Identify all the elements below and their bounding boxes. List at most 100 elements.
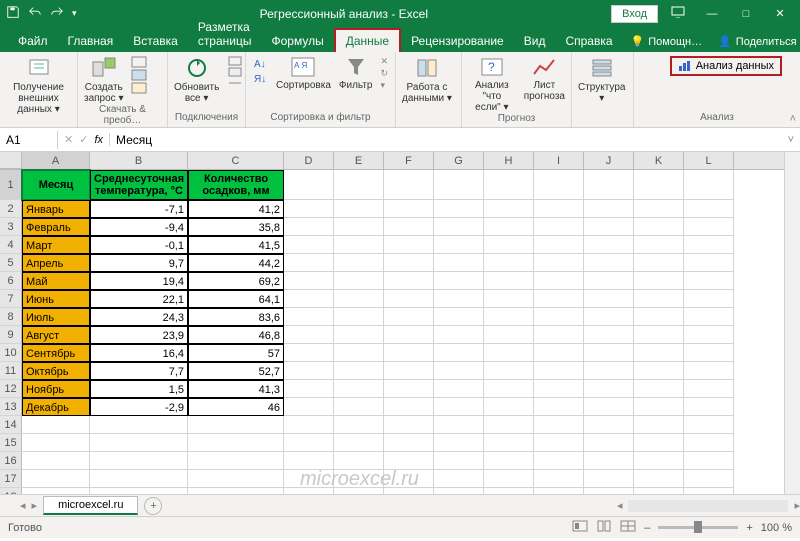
cell[interactable]: 35,8 [188, 218, 284, 236]
cell[interactable] [684, 308, 734, 326]
cell[interactable]: 23,9 [90, 326, 188, 344]
cell[interactable] [584, 200, 634, 218]
cell[interactable] [584, 362, 634, 380]
cell[interactable] [684, 254, 734, 272]
expand-formula-icon[interactable]: ˅ [782, 134, 800, 146]
cell[interactable] [684, 200, 734, 218]
cell[interactable] [90, 416, 188, 434]
cell[interactable] [484, 344, 534, 362]
cell[interactable] [384, 344, 434, 362]
cell[interactable] [384, 170, 434, 200]
cell[interactable]: 41,5 [188, 236, 284, 254]
cell[interactable] [434, 326, 484, 344]
row-header[interactable]: 17 [0, 470, 22, 488]
cell[interactable]: Ноябрь [22, 380, 90, 398]
cell[interactable] [334, 290, 384, 308]
cell[interactable] [434, 200, 484, 218]
cell[interactable] [434, 380, 484, 398]
col-header-i[interactable]: I [534, 152, 584, 169]
cell[interactable] [284, 452, 334, 470]
cell[interactable] [534, 344, 584, 362]
cell[interactable] [484, 170, 534, 200]
cell[interactable] [534, 308, 584, 326]
cell[interactable] [634, 236, 684, 254]
cell[interactable] [684, 170, 734, 200]
cell[interactable] [584, 326, 634, 344]
cell[interactable] [22, 416, 90, 434]
cell[interactable] [534, 218, 584, 236]
zoom-slider[interactable] [658, 526, 738, 529]
cell[interactable] [484, 290, 534, 308]
cell[interactable] [534, 254, 584, 272]
cell[interactable] [434, 434, 484, 452]
filter-button[interactable]: Фильтр [339, 56, 373, 91]
cell[interactable] [584, 380, 634, 398]
cell[interactable] [334, 200, 384, 218]
cell[interactable]: 1,5 [90, 380, 188, 398]
cell[interactable] [534, 380, 584, 398]
cell[interactable] [384, 254, 434, 272]
cell[interactable]: Январь [22, 200, 90, 218]
cell[interactable] [684, 452, 734, 470]
normal-view-icon[interactable] [572, 520, 588, 535]
cell[interactable]: 57 [188, 344, 284, 362]
cell[interactable] [284, 236, 334, 254]
add-sheet-button[interactable]: + [144, 497, 162, 515]
cell[interactable] [284, 434, 334, 452]
cell[interactable] [434, 218, 484, 236]
cell[interactable] [188, 416, 284, 434]
cell[interactable] [434, 344, 484, 362]
page-layout-icon[interactable] [596, 520, 612, 535]
cell[interactable] [584, 308, 634, 326]
cell[interactable] [584, 452, 634, 470]
cell[interactable]: -2,9 [90, 398, 188, 416]
cell[interactable] [634, 290, 684, 308]
ribbon-options-icon[interactable] [664, 6, 692, 21]
cell[interactable] [334, 452, 384, 470]
cell[interactable] [634, 470, 684, 488]
sheet-nav-prev-icon[interactable]: ◂ [20, 499, 26, 512]
share-button[interactable]: 👤Поделиться [710, 31, 800, 52]
cell[interactable] [634, 488, 684, 494]
sheet-nav-next-icon[interactable]: ▸ [32, 499, 38, 512]
cell[interactable] [634, 218, 684, 236]
data-tools-button[interactable]: Работа с данными ▾ [402, 56, 452, 104]
cell[interactable]: Март [22, 236, 90, 254]
forecast-sheet-button[interactable]: Лист прогноза [524, 56, 565, 102]
cell[interactable] [634, 398, 684, 416]
cell[interactable]: -9,4 [90, 218, 188, 236]
cell[interactable] [284, 290, 334, 308]
cell[interactable]: Декабрь [22, 398, 90, 416]
cell[interactable] [584, 218, 634, 236]
col-header-l[interactable]: L [684, 152, 734, 169]
cell[interactable] [484, 380, 534, 398]
cell[interactable]: Месяц [22, 170, 90, 200]
row-header[interactable]: 13 [0, 398, 22, 416]
cell[interactable] [584, 398, 634, 416]
cell[interactable]: 16,4 [90, 344, 188, 362]
cell[interactable]: Апрель [22, 254, 90, 272]
row-header[interactable]: 9 [0, 326, 22, 344]
cell[interactable] [434, 254, 484, 272]
cell[interactable] [634, 416, 684, 434]
tab-pagelayout[interactable]: Разметка страницы [188, 16, 262, 52]
cell[interactable] [334, 272, 384, 290]
cell[interactable] [584, 434, 634, 452]
cell[interactable] [188, 452, 284, 470]
cell[interactable] [334, 326, 384, 344]
cell[interactable] [384, 200, 434, 218]
cell[interactable] [384, 326, 434, 344]
cell[interactable] [534, 200, 584, 218]
recent-sources-icon[interactable] [131, 82, 147, 94]
cell[interactable]: 46 [188, 398, 284, 416]
cell[interactable] [634, 308, 684, 326]
cell[interactable]: 69,2 [188, 272, 284, 290]
cell[interactable] [384, 488, 434, 494]
cell[interactable] [684, 470, 734, 488]
cell[interactable] [684, 272, 734, 290]
cell[interactable]: Июнь [22, 290, 90, 308]
row-header[interactable]: 3 [0, 218, 22, 236]
enter-formula-icon[interactable]: ✓ [79, 133, 88, 146]
cell[interactable] [434, 452, 484, 470]
cell[interactable] [484, 362, 534, 380]
